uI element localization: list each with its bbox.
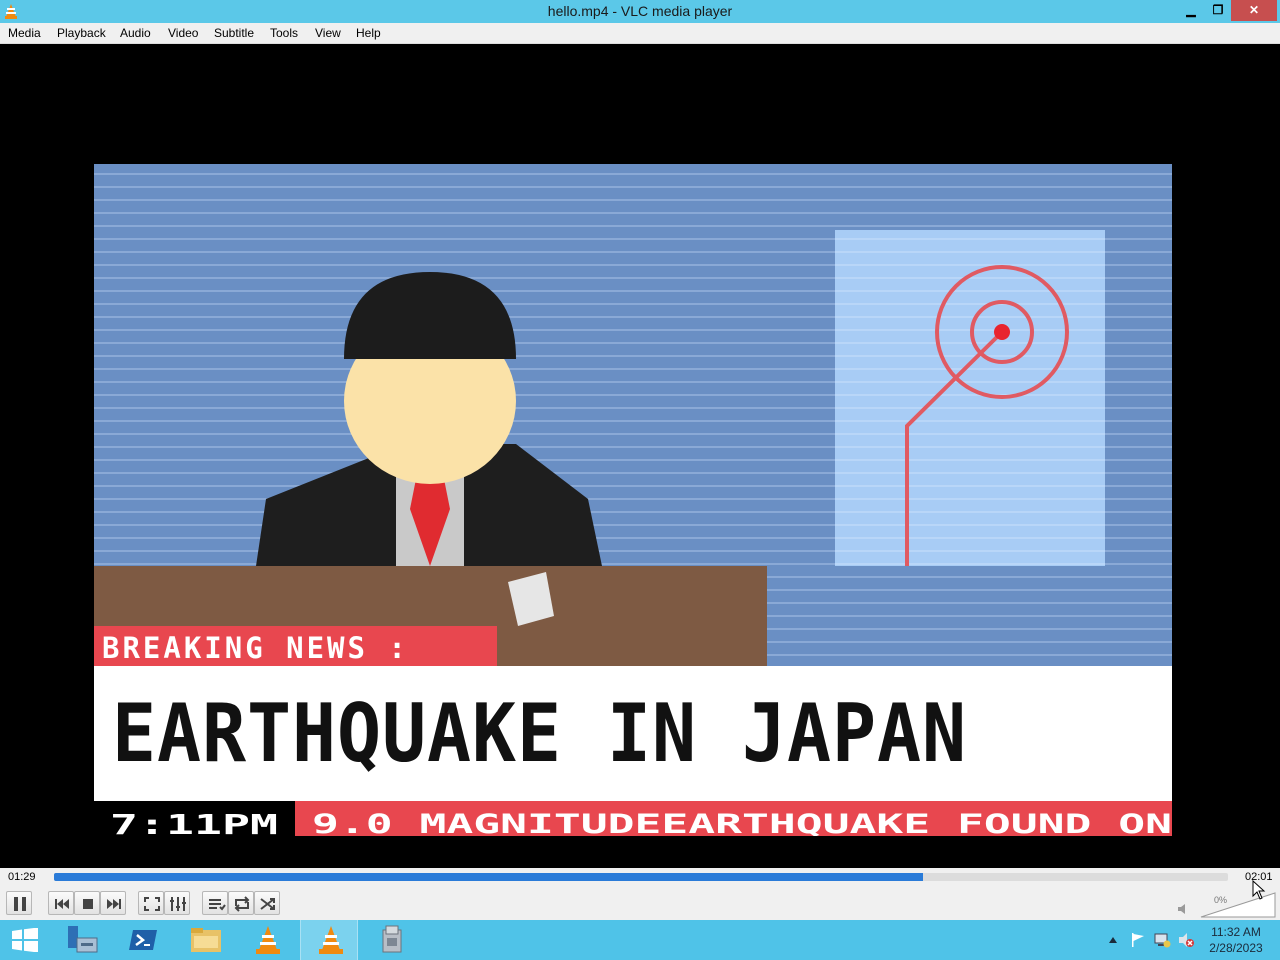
loop-button[interactable] [228,891,254,915]
mouse-cursor-icon [1252,880,1266,900]
stop-button[interactable] [74,891,100,915]
next-button[interactable] [100,891,126,915]
speaker-icon[interactable] [1177,903,1189,915]
menu-video[interactable]: Video [168,26,198,40]
seek-progress [54,873,923,881]
menu-help[interactable]: Help [356,26,381,40]
action-center-flag-icon[interactable] [1130,932,1146,948]
menu-subtitle[interactable]: Subtitle [214,26,254,40]
playlist-button[interactable] [202,891,228,915]
pause-button[interactable] [6,891,32,915]
fullscreen-button[interactable] [138,891,164,915]
extended-settings-button[interactable] [164,891,190,915]
powershell-icon [129,930,157,950]
menu-tools[interactable]: Tools [270,26,298,40]
show-hidden-icons-icon[interactable] [1108,936,1118,944]
taskbar-file-explorer[interactable] [176,920,234,960]
window-title: hello.mp4 - VLC media player [547,3,733,19]
ticker-text: 9.0 MAGNITUDEEARTHQUAKE FOUND ON [312,809,1172,836]
seek-row: 01:29 02:01 [0,868,1280,886]
playback-controls: 0% [0,886,1280,920]
next-icon [107,899,121,909]
minimize-button[interactable]: ▁ [1177,0,1205,21]
pause-icon [14,897,26,911]
volume-label: 0% [1214,895,1228,905]
random-button[interactable] [254,891,280,915]
taskbar-clock[interactable]: 11:32 AM 2/28/2023 [1196,924,1276,956]
start-button[interactable] [0,920,50,960]
taskbar-powershell[interactable] [114,920,172,960]
breaking-news-label: BREAKING NEWS : [102,631,409,665]
taskbar: 11:32 AM 2/28/2023 [0,920,1280,960]
menu-media[interactable]: Media [8,26,41,40]
clock-time: 11:32 AM [1211,925,1261,939]
restore-button[interactable]: ❐ [1205,0,1231,21]
video-frame: BREAKING NEWS : EARTHQUAKE IN JAPAN 7:11… [94,164,1172,836]
clock-date: 2/28/2023 [1209,941,1263,955]
network-icon[interactable] [1153,932,1171,948]
menu-bar: Media Playback Audio Video Subtitle Tool… [0,23,1280,44]
video-area[interactable]: BREAKING NEWS : EARTHQUAKE IN JAPAN 7:11… [0,44,1280,868]
taskbar-server-manager[interactable] [52,920,110,960]
seismograph-screen [835,230,1105,566]
vlc-cone-icon [319,926,343,954]
close-button[interactable]: ✕ [1231,0,1277,21]
taskbar-vlc-2[interactable] [300,920,358,960]
taskbar-system-app[interactable] [362,920,420,960]
playlist-icon [209,899,226,911]
loop-icon [234,896,250,912]
title-bar: hello.mp4 - VLC media player ▁ ❐ ✕ [0,0,1280,23]
menu-view[interactable]: View [315,26,341,40]
previous-icon [55,899,69,909]
windows-logo-icon [12,928,38,952]
volume-muted-icon[interactable] [1177,932,1195,948]
server-manager-icon [68,926,98,953]
extended-settings-icon [170,897,186,911]
folder-icon [191,928,221,952]
vlc-cone-icon [256,926,280,954]
menu-playback[interactable]: Playback [57,26,106,40]
fullscreen-icon [144,897,160,911]
seek-slider[interactable] [54,873,1228,881]
headline-text: EARTHQUAKE IN JAPAN [112,687,967,780]
random-icon [260,898,275,910]
elapsed-time[interactable]: 01:29 [8,871,36,883]
ticker-time: 7:11PM [110,808,278,836]
taskbar-vlc-1[interactable] [238,920,296,960]
stop-icon [83,899,93,909]
previous-button[interactable] [48,891,74,915]
menu-audio[interactable]: Audio [120,26,151,40]
installer-icon [382,925,402,953]
